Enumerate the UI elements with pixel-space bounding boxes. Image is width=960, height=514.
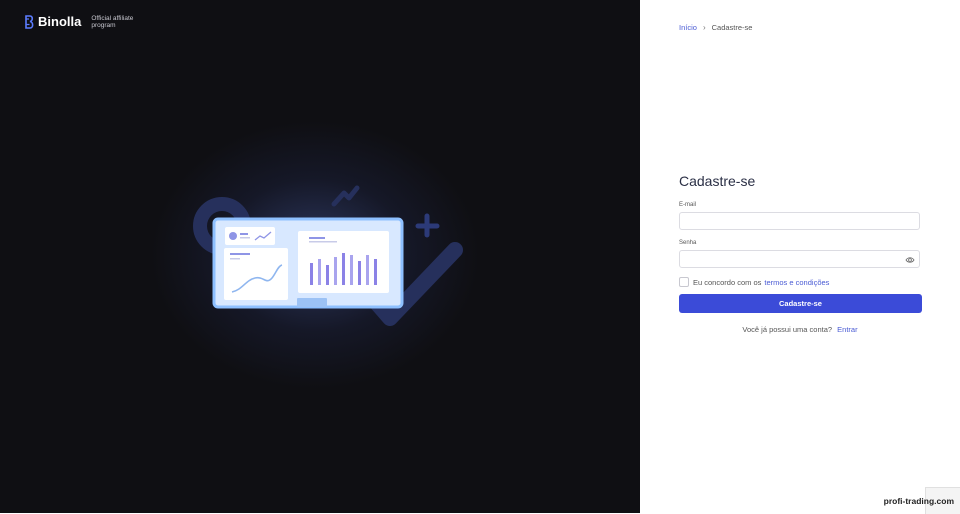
hero-illustration [193, 185, 463, 326]
terms-link[interactable]: termos e condições [764, 278, 829, 287]
monitor-stand [297, 298, 327, 307]
illustration-bar [310, 263, 313, 285]
chevron-right-icon: › [702, 23, 706, 32]
have-account-text: Você já possui uma conta? [742, 325, 833, 334]
terms-agreement: Eu concordo com os termos e condições [679, 277, 829, 287]
hero-panel: Binolla Official affiliate program [0, 0, 640, 513]
illustration-bar [334, 257, 337, 285]
bar-card-sub [309, 241, 337, 243]
decor-plus [415, 213, 440, 238]
illustration-bar [374, 259, 377, 285]
illustration-bar [326, 265, 329, 285]
illustration-bar [318, 259, 321, 285]
illustration-bar [342, 253, 345, 285]
illustration-bar [366, 255, 369, 285]
illustration-bar [350, 255, 353, 285]
line-card-sub [230, 258, 240, 260]
watermark: profi-trading.com [883, 496, 954, 506]
breadcrumb-home-link[interactable]: Início [679, 23, 697, 32]
bar-card-title [309, 237, 325, 239]
password-label: Senha [679, 240, 697, 246]
decor-zigzag [331, 185, 360, 207]
terms-checkbox[interactable] [679, 277, 689, 287]
eye-icon[interactable] [905, 255, 915, 265]
brand-name: Binolla [38, 14, 82, 29]
mini-card-dot [229, 232, 237, 240]
login-link[interactable]: Entrar [837, 325, 857, 334]
brand-logo[interactable]: Binolla Official affiliate program [24, 14, 151, 29]
password-field[interactable] [679, 250, 920, 268]
email-label: E-mail [679, 202, 697, 208]
breadcrumb: Início › Cadastre-se [679, 23, 752, 32]
breadcrumb-current: Cadastre-se [711, 23, 753, 32]
signup-panel: Início › Cadastre-se Cadastre-se E-mail … [640, 0, 960, 513]
illustration-bar [358, 261, 361, 285]
binolla-logo-icon [25, 14, 34, 29]
email-field[interactable] [679, 212, 920, 230]
signup-button[interactable]: Cadastre-se [679, 294, 922, 313]
agree-text: Eu concordo com os [693, 277, 762, 287]
brand-subtitle: Official affiliate program [91, 14, 134, 29]
login-prompt: Você já possui uma conta? Entrar [640, 325, 960, 334]
mini-card-line2 [240, 237, 250, 239]
mini-card-line [240, 233, 248, 235]
line-card-title [230, 253, 250, 255]
page-title: Cadastre-se [679, 173, 756, 189]
